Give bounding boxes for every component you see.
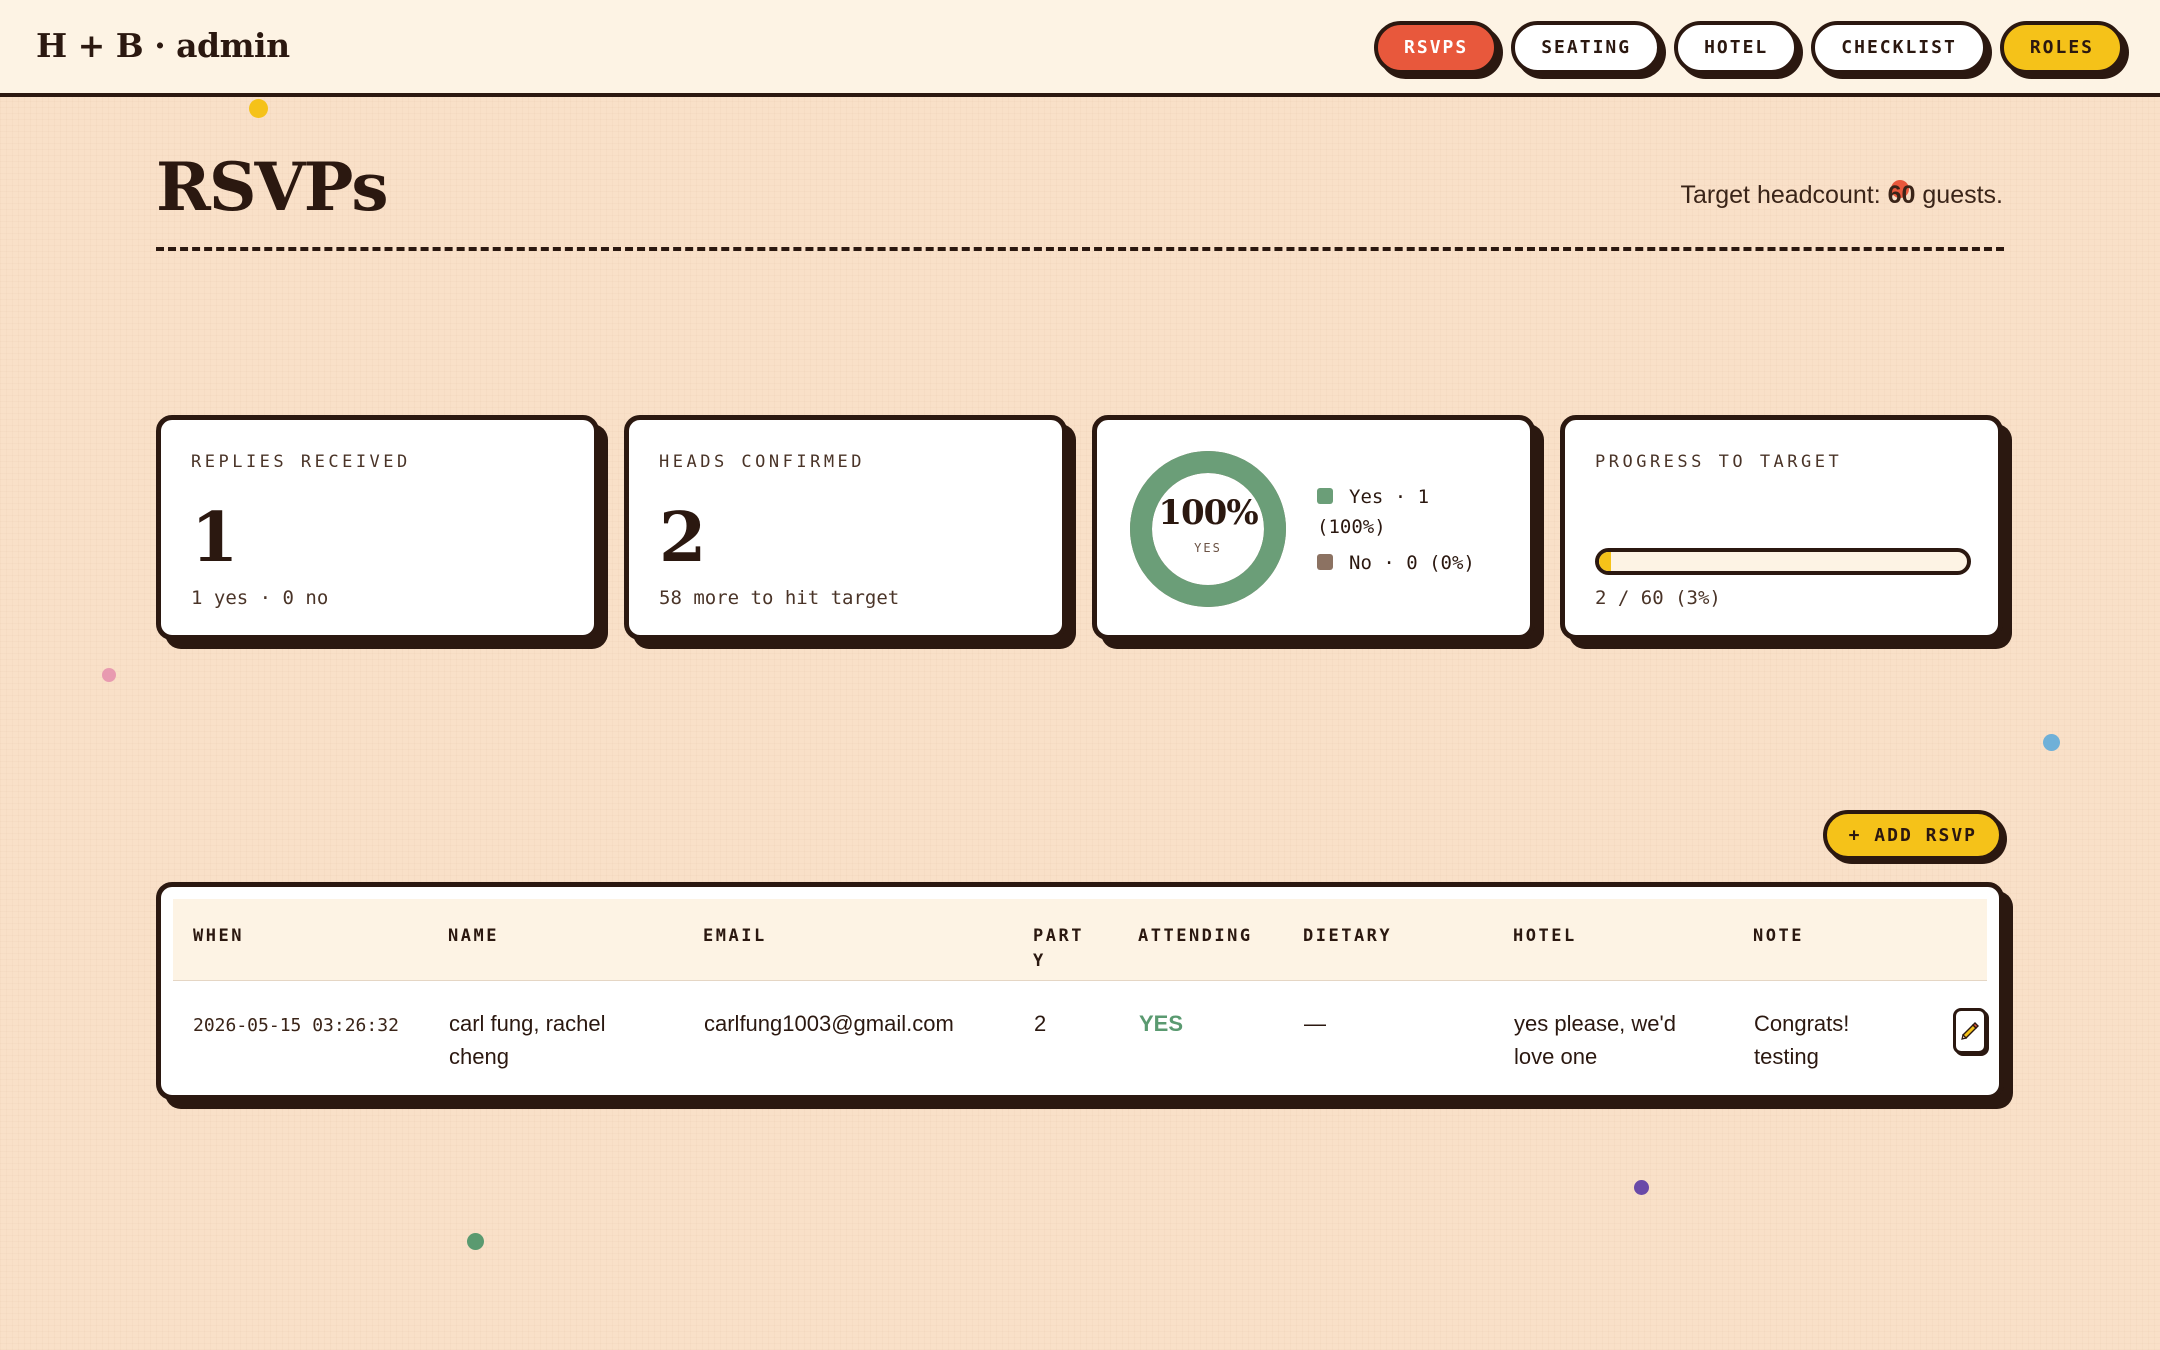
top-bar: H + B · admin RSVPS SEATING HOTEL CHECKL… [0,0,2160,97]
confetti-dot [249,99,268,118]
nav-roles-tab[interactable]: ROLES [1999,21,2124,74]
legend-no: No · 0 (0%) [1317,548,1497,578]
nav-seating-tab[interactable]: SEATING [1511,21,1662,74]
nav-checklist-tab[interactable]: CHECKLIST [1811,21,1987,74]
heads-card: HEADS CONFIRMED 2 58 more to hit target [624,415,1067,640]
brand-logo[interactable]: H + B · admin [36,26,290,65]
col-note[interactable]: NOTE [1753,924,1804,949]
add-rsvp-button[interactable]: + ADD RSVP [1822,810,2003,860]
table-header: WHEN NAME EMAIL PART Y ATTENDING DIETARY… [173,899,1987,981]
legend-yes-swatch [1317,488,1333,504]
donut-percent: 100% [1158,493,1258,533]
donut-caption: YES [1194,541,1222,555]
progress-label: PROGRESS TO TARGET [1595,452,1843,472]
replies-sub: 1 yes · 0 no [191,587,329,609]
confetti-dot [2043,734,2060,751]
replies-card: REPLIES RECEIVED 1 1 yes · 0 no [156,415,599,640]
page-title: RSVPs [156,148,389,226]
col-when[interactable]: WHEN [193,924,244,949]
nav-hotel-tab[interactable]: HOTEL [1674,21,1799,74]
cell-hotel: yes please, we'd love one [1514,1011,1676,1069]
target-prefix: Target headcount: [1680,181,1881,209]
cell-note: Congrats! testing [1754,1011,1850,1069]
legend-no-text: No · 0 (0%) [1349,552,1475,574]
heads-sub: 58 more to hit target [659,587,900,609]
target-value: 60 [1887,181,1916,209]
legend-no-swatch [1317,554,1333,570]
dashed-divider [156,247,2004,251]
cell-dietary: — [1304,1011,1326,1036]
cell-email: carlfung1003@gmail.com [704,1011,954,1036]
col-party[interactable]: PART Y [1033,924,1093,974]
confetti-dot [102,668,116,682]
target-suffix: guests. [1922,181,2003,209]
pencil-icon [1961,1022,1979,1040]
heads-label: HEADS CONFIRMED [659,452,866,472]
cell-name: carl fung, rachel cheng [449,1011,606,1069]
col-attending[interactable]: ATTENDING [1138,924,1253,949]
nav-rsvps-tab[interactable]: RSVPS [1374,21,1499,74]
heads-value: 2 [659,498,707,578]
confetti-dot [1634,1180,1649,1195]
confetti-dot [467,1233,484,1250]
progress-card: PROGRESS TO TARGET 2 / 60 (3%) [1560,415,2003,640]
col-email[interactable]: EMAIL [703,924,767,949]
col-dietary[interactable]: DIETARY [1303,924,1392,949]
replies-label: REPLIES RECEIVED [191,452,411,472]
progress-fill [1599,552,1612,571]
legend-yes: Yes · 1 (100%) [1317,482,1497,542]
yes-donut: 100% YES [1130,451,1286,607]
progress-bar [1595,548,1971,575]
yes-no-card: 100% YES Yes · 1 (100%) No · 0 (0%) [1092,415,1535,640]
cell-attending: YES [1139,1011,1184,1036]
progress-sub: 2 / 60 (3%) [1595,587,1721,609]
cell-party: 2 [1034,1011,1047,1036]
edit-row-button[interactable] [1953,1008,1987,1054]
target-headcount: Target headcount: 60 guests. [1681,181,2003,210]
rsvp-table: WHEN NAME EMAIL PART Y ATTENDING DIETARY… [156,882,2004,1100]
main-nav: RSVPS SEATING HOTEL CHECKLIST ROLES [1374,21,2124,74]
replies-value: 1 [191,498,239,578]
legend-yes-text: Yes · 1 (100%) [1317,486,1430,538]
col-hotel[interactable]: HOTEL [1513,924,1577,949]
cell-when: 2026-05-15 03:26:32 [193,1015,399,1036]
col-name[interactable]: NAME [448,924,499,949]
donut-legend: Yes · 1 (100%) No · 0 (0%) [1317,482,1497,584]
